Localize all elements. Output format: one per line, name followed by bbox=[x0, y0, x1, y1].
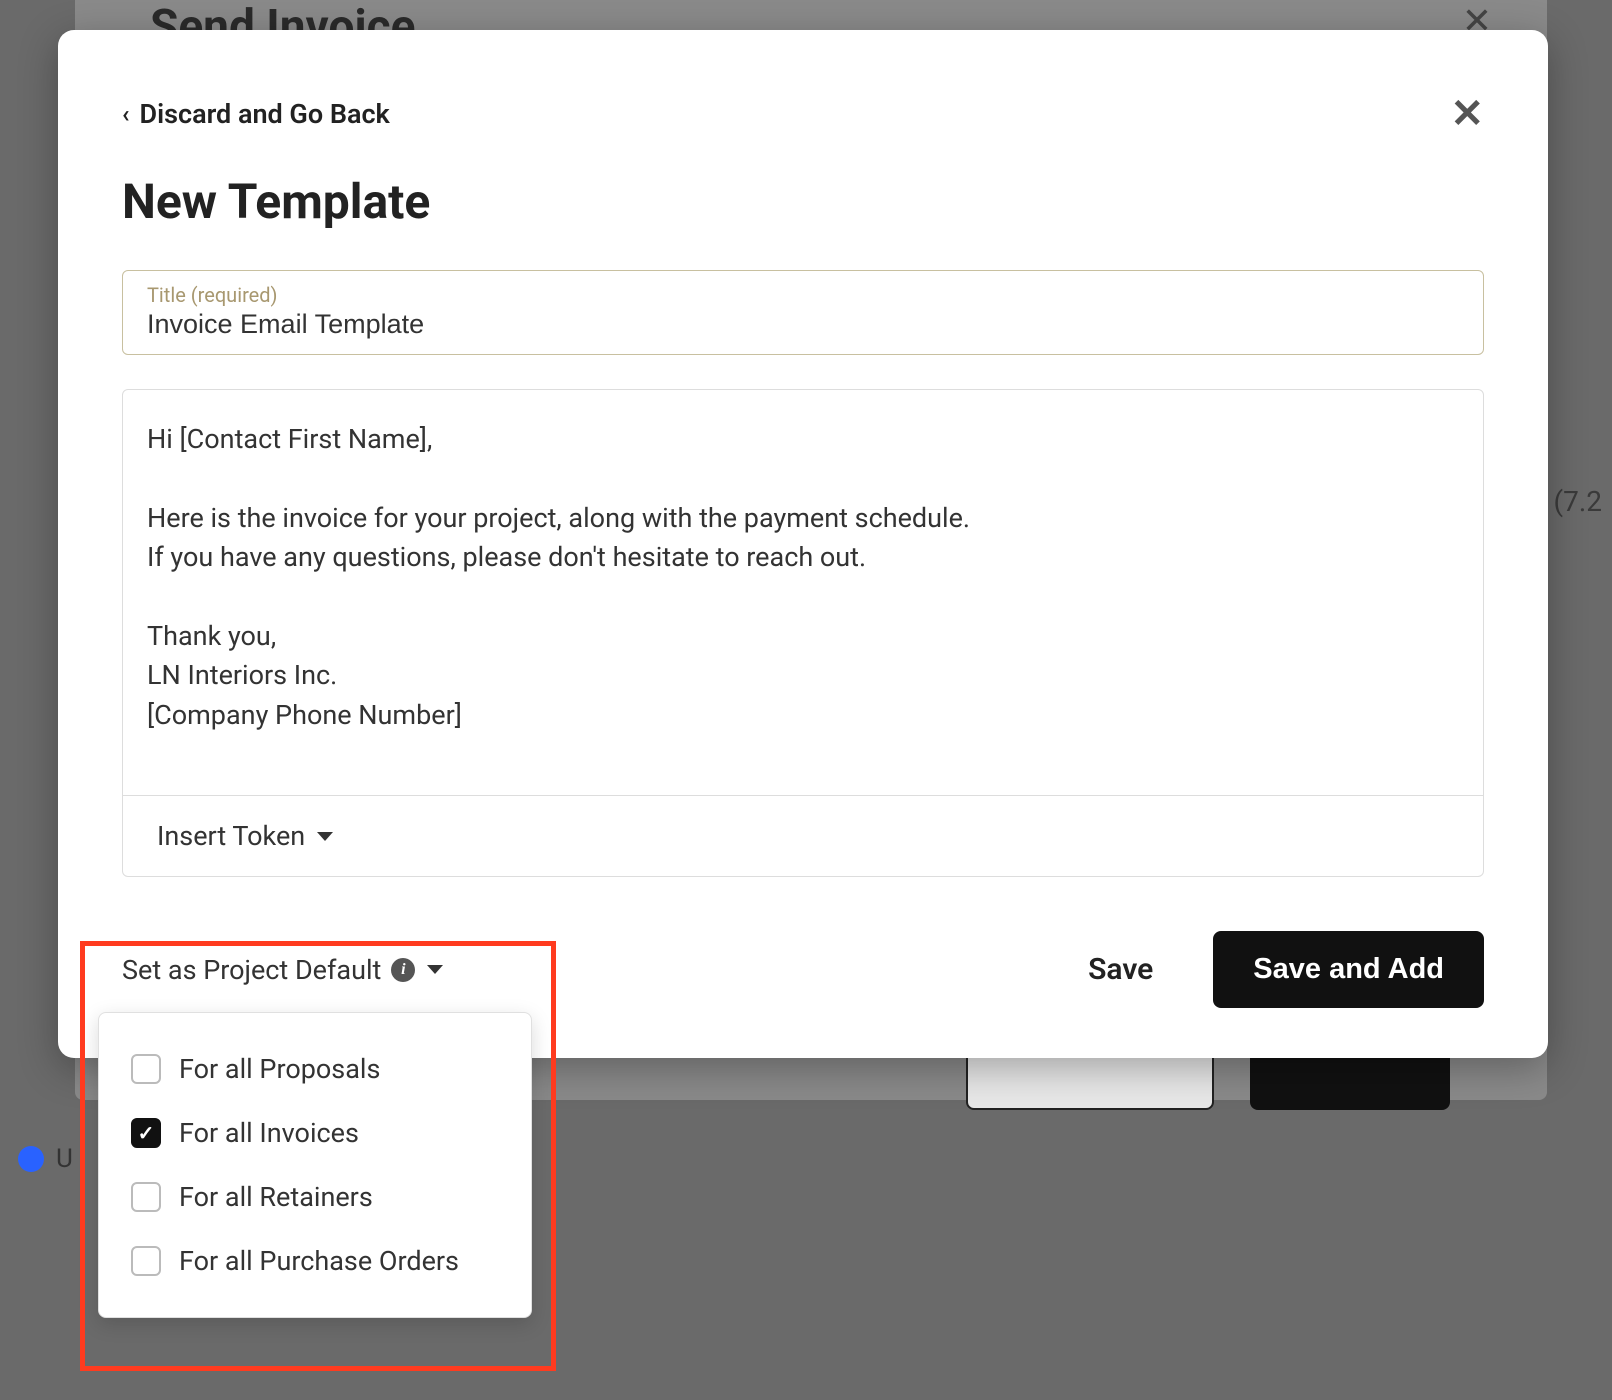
body-textarea[interactable]: Hi [Contact First Name], Here is the inv… bbox=[123, 390, 1483, 795]
discard-link[interactable]: ‹ Discard and Go Back bbox=[122, 98, 390, 130]
set-default-label: Set as Project Default bbox=[122, 954, 381, 986]
new-template-modal: ‹ Discard and Go Back ✕ New Template Tit… bbox=[58, 30, 1548, 1058]
modal-title: New Template bbox=[122, 173, 1484, 230]
checkbox-retainers[interactable] bbox=[131, 1182, 161, 1212]
caret-down-icon bbox=[427, 965, 443, 974]
body-container: Hi [Contact First Name], Here is the inv… bbox=[122, 389, 1484, 877]
clock-icon bbox=[18, 1146, 44, 1172]
backdrop-size-text: . (7.2 bbox=[1539, 485, 1602, 518]
dropdown-item-proposals[interactable]: For all Proposals bbox=[99, 1037, 531, 1101]
backdrop-letter: U bbox=[56, 1144, 73, 1174]
default-dropdown-panel: For all Proposals ✓ For all Invoices For… bbox=[98, 1012, 532, 1318]
insert-token-label: Insert Token bbox=[157, 820, 305, 852]
dropdown-label: For all Invoices bbox=[179, 1117, 359, 1149]
title-field[interactable]: Title (required) bbox=[122, 270, 1484, 355]
backdrop-outline-button bbox=[966, 1050, 1214, 1110]
checkbox-invoices[interactable]: ✓ bbox=[131, 1118, 161, 1148]
insert-token-trigger[interactable]: Insert Token bbox=[123, 795, 1483, 876]
dropdown-label: For all Proposals bbox=[179, 1053, 380, 1085]
dropdown-label: For all Purchase Orders bbox=[179, 1245, 459, 1277]
caret-down-icon bbox=[317, 832, 333, 841]
discard-label: Discard and Go Back bbox=[140, 98, 390, 130]
info-icon: i bbox=[391, 958, 415, 982]
save-and-add-button[interactable]: Save and Add bbox=[1213, 931, 1484, 1008]
backdrop-solid-button bbox=[1250, 1050, 1450, 1110]
set-default-trigger[interactable]: Set as Project Default i bbox=[122, 954, 443, 986]
save-button[interactable]: Save bbox=[1088, 952, 1153, 987]
title-input[interactable] bbox=[147, 309, 1459, 340]
dropdown-item-retainers[interactable]: For all Retainers bbox=[99, 1165, 531, 1229]
title-field-label: Title (required) bbox=[147, 283, 1459, 307]
dropdown-label: For all Retainers bbox=[179, 1181, 373, 1213]
chevron-left-icon: ‹ bbox=[122, 100, 130, 128]
dropdown-item-invoices[interactable]: ✓ For all Invoices bbox=[99, 1101, 531, 1165]
close-icon[interactable]: ✕ bbox=[1450, 90, 1484, 137]
checkbox-proposals[interactable] bbox=[131, 1054, 161, 1084]
checkbox-purchase-orders[interactable] bbox=[131, 1246, 161, 1276]
dropdown-item-purchase-orders[interactable]: For all Purchase Orders bbox=[99, 1229, 531, 1293]
